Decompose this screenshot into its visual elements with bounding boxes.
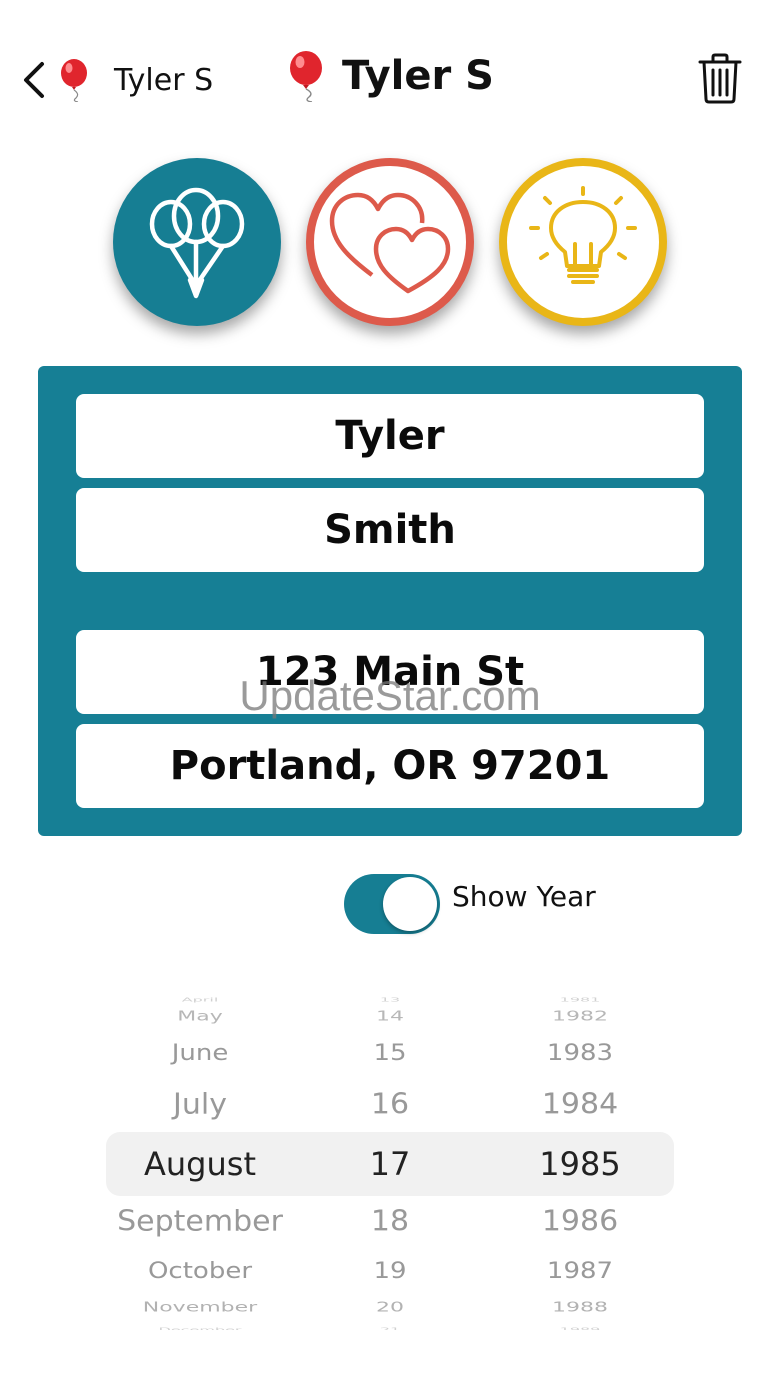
month-option[interactable]: May — [100, 1009, 300, 1024]
day-option[interactable]: 17 — [340, 1145, 440, 1183]
birthday-category-button[interactable] — [113, 158, 281, 326]
day-option[interactable]: 18 — [340, 1205, 440, 1238]
street-address-field[interactable]: 123 Main St — [76, 630, 704, 714]
month-option[interactable]: July — [100, 1088, 300, 1121]
year-wheel[interactable]: 1981 1982 1983 1984 1985 1986 1987 1988 1989 — [510, 990, 650, 1330]
show-year-toggle[interactable] — [344, 874, 440, 934]
day-option[interactable]: 14 — [340, 1009, 440, 1024]
month-option[interactable]: August — [100, 1145, 300, 1183]
show-year-label: Show Year — [452, 880, 596, 913]
month-wheel[interactable]: April May June July August September October No… — [100, 990, 300, 1330]
month-option[interactable]: October — [100, 1258, 300, 1284]
page-title-text: Tyler S — [342, 53, 494, 99]
date-picker[interactable]: April May June July August September October No… — [0, 990, 780, 1330]
lightbulb-icon — [529, 186, 637, 284]
year-option[interactable]: 1981 — [510, 996, 650, 1003]
day-option[interactable]: 21 — [340, 1326, 440, 1330]
year-option[interactable]: 1982 — [510, 1009, 650, 1024]
year-option[interactable]: 1984 — [510, 1088, 650, 1121]
month-option[interactable]: November — [100, 1300, 300, 1315]
year-option[interactable]: 1989 — [510, 1326, 650, 1330]
year-option[interactable]: 1983 — [510, 1040, 650, 1066]
category-selector — [0, 155, 780, 335]
ideas-category-button[interactable] — [499, 158, 667, 326]
first-name-field[interactable]: Tyler — [76, 394, 704, 478]
month-option[interactable]: September — [100, 1205, 300, 1238]
toggle-knob — [383, 877, 437, 931]
day-option[interactable]: 16 — [340, 1088, 440, 1121]
balloons-icon — [149, 187, 245, 299]
year-option[interactable]: 1987 — [510, 1258, 650, 1284]
year-option[interactable]: 1986 — [510, 1205, 650, 1238]
month-option[interactable]: June — [100, 1040, 300, 1066]
year-option[interactable]: 1988 — [510, 1300, 650, 1315]
day-option[interactable]: 20 — [340, 1300, 440, 1315]
hearts-icon — [329, 192, 451, 294]
month-option[interactable]: April — [100, 996, 300, 1003]
day-option[interactable]: 15 — [340, 1040, 440, 1066]
day-option[interactable]: 13 — [340, 996, 440, 1003]
city-state-zip-field[interactable]: Portland, OR 97201 — [76, 724, 704, 808]
last-name-field[interactable]: Smith — [76, 488, 704, 572]
anniversary-category-button[interactable] — [306, 158, 474, 326]
day-wheel[interactable]: 13 14 15 16 17 18 19 20 21 — [340, 990, 440, 1330]
year-option[interactable]: 1985 — [510, 1145, 650, 1183]
balloon-icon — [290, 51, 323, 102]
day-option[interactable]: 19 — [340, 1258, 440, 1284]
page-title: Tyler S — [0, 46, 780, 106]
trash-icon[interactable] — [696, 52, 744, 104]
contact-form-panel: Tyler Smith 123 Main St Portland, OR 972… — [38, 366, 742, 836]
nav-bar: Tyler S Tyler S — [0, 0, 780, 150]
month-option[interactable]: December — [100, 1326, 300, 1330]
